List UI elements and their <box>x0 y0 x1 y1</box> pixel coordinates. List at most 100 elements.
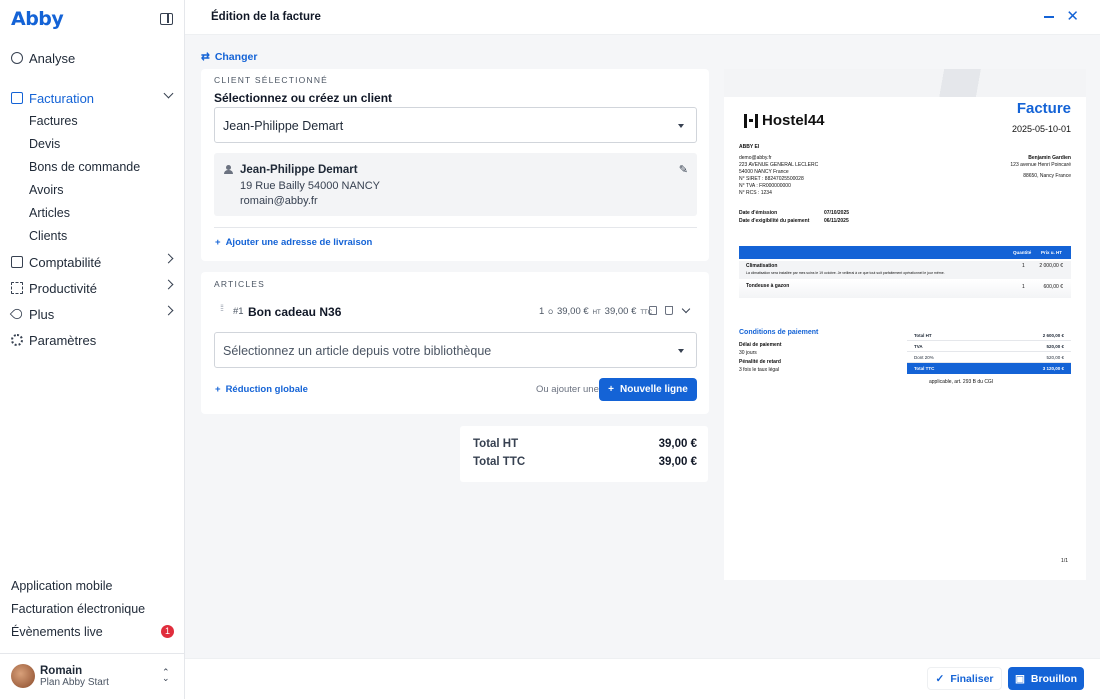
calculator-icon <box>11 256 23 268</box>
hostel-logo-icon <box>744 113 758 128</box>
close-icon[interactable]: ✕ <box>1066 9 1079 24</box>
caret-down-icon <box>678 349 684 353</box>
sidebar-subitem-bons-de-commande[interactable]: Bons de commande <box>29 160 140 174</box>
invoice-title: Facture <box>1016 100 1071 117</box>
sidebar-item-analyse[interactable]: Analyse <box>11 48 174 68</box>
totals-card: Total HT 39,00 € Total TTC 39,00 € <box>460 426 708 482</box>
sidebar-item-plus[interactable]: Plus <box>9 304 174 324</box>
sidebar-subitem-clients[interactable]: Clients <box>29 229 67 243</box>
sidebar-subitem-factures[interactable]: Factures <box>29 114 78 128</box>
preview-total-row: Dont 20% 520,00 € <box>907 352 1071 363</box>
sender-line: N° SIRET : 88247025500028 <box>739 176 804 182</box>
article-number: #1 <box>233 306 244 317</box>
sidebar-collapse-icon[interactable] <box>160 13 173 25</box>
chevron-up-down-icon[interactable]: ⌃ ⌄ <box>162 668 170 683</box>
table-header-qty: Quantité <box>1013 250 1032 255</box>
total-value: 3 120,00 € <box>1042 366 1064 371</box>
preview-total-row: TVA 520,00 € <box>907 341 1071 352</box>
date-value: 06/11/2025 <box>824 218 849 224</box>
add-delivery-address-link[interactable]: + Ajouter une adresse de livraison <box>215 237 372 248</box>
articles-section-label: ARTICLES <box>214 279 266 289</box>
add-delivery-label: Ajouter une adresse de livraison <box>225 237 373 248</box>
chevron-right-icon <box>163 279 174 290</box>
invoice-preview: Hostel44 Facture 2025-05-10-01 ABBY EI d… <box>724 69 1086 580</box>
client-details: Jean-Philippe Demart 19 Rue Bailly 54000… <box>214 153 697 216</box>
sidebar-subitem-devis[interactable]: Devis <box>29 137 60 151</box>
total-label: Dont 20% <box>914 355 934 360</box>
app-logo[interactable]: Abby <box>11 8 64 30</box>
sidebar-item-productivite[interactable]: Productivité <box>11 278 174 298</box>
avatar[interactable] <box>11 664 35 688</box>
company-logo: Hostel44 <box>744 112 825 129</box>
check-icon: ✓ <box>935 672 945 685</box>
preview-total-row: Total TTC 3 120,00 € <box>907 363 1071 374</box>
vat-note: applicable, art. 293 B du CGI <box>929 379 994 385</box>
client-select[interactable]: Jean-Philippe Demart <box>214 107 697 143</box>
sidebar-item-label: Productivité <box>29 280 97 296</box>
link-evenements-live[interactable]: Évènements live <box>11 625 103 639</box>
total-ht-label: Total HT <box>473 438 519 450</box>
sidebar: Abby Analyse Facturation Factures Devis … <box>0 0 185 699</box>
article-qty-unit: O <box>548 310 553 316</box>
divider <box>0 653 185 654</box>
recipient-line: 88650, Nancy France <box>1023 173 1071 179</box>
finaliser-button[interactable]: ✓ Finaliser <box>927 667 1002 690</box>
preview-table-header: Quantité Prix u. HT <box>739 246 1071 259</box>
condition-line: 30 jours <box>739 350 757 356</box>
changer-label: Changer <box>214 51 258 63</box>
copy-icon[interactable] <box>649 306 657 315</box>
date-value: 07/10/2025 <box>824 210 850 216</box>
preview-total-row: Total HT 2 600,00 € <box>907 330 1071 341</box>
sidebar-item-parametres[interactable]: Paramètres <box>11 330 174 350</box>
changer-button[interactable]: ⇄ Changer <box>201 51 257 63</box>
sidebar-item-label: Comptabilité <box>29 254 102 270</box>
article-price-ttc: 39,00 € <box>604 306 637 317</box>
rocket-icon <box>9 306 25 322</box>
notification-badge: 1 <box>161 625 174 638</box>
finaliser-label: Finaliser <box>950 672 994 685</box>
payment-conditions-title: Conditions de paiement <box>739 329 819 336</box>
user-name: Romain <box>40 665 83 677</box>
article-library-placeholder: Sélectionnez un article depuis votre bib… <box>223 344 492 358</box>
preview-table-row: Tondeuse à gazon 1 600,00 € <box>739 280 1071 298</box>
chevron-right-icon <box>163 253 174 264</box>
pencil-icon[interactable]: ✎ <box>679 163 688 176</box>
global-reduction-label: Réduction globale <box>225 384 308 395</box>
trash-icon[interactable] <box>665 306 673 315</box>
person-icon <box>224 165 233 174</box>
link-application-mobile[interactable]: Application mobile <box>11 579 112 593</box>
total-value: 520,00 € <box>1046 355 1064 360</box>
global-reduction-link[interactable]: + Réduction globale <box>215 384 308 395</box>
drag-handle-icon[interactable]: ⁞⁞ <box>220 304 224 313</box>
condition-line: 3 fois le taux légal <box>739 367 780 373</box>
new-line-button[interactable]: + Nouvelle ligne <box>599 378 697 401</box>
preview-decoration <box>724 69 1086 97</box>
article-qty: 1 <box>539 306 545 317</box>
sidebar-item-facturation[interactable]: Facturation <box>11 88 174 108</box>
sidebar-item-label: Paramètres <box>29 332 97 348</box>
sidebar-item-label: Analyse <box>29 50 76 66</box>
gear-icon <box>11 334 23 346</box>
row-name: Climatisation <box>746 263 778 269</box>
sidebar-item-comptabilite[interactable]: Comptabilité <box>11 252 174 272</box>
brouillon-label: Brouillon <box>1030 672 1077 685</box>
preview-table-row: Climatisation La climatisation sera inst… <box>739 261 1071 279</box>
recipient-line: Benjamin Gardien <box>1028 155 1071 161</box>
total-ttc-label: Total TTC <box>473 456 526 468</box>
sidebar-item-label: Plus <box>29 306 55 322</box>
link-facturation-electronique[interactable]: Facturation électronique <box>11 602 145 616</box>
document-icon <box>11 92 23 104</box>
sidebar-subitem-articles[interactable]: Articles <box>29 206 70 220</box>
sender-line: demo@abby.fr <box>739 155 772 161</box>
total-ttc-value: 39,00 € <box>658 456 697 468</box>
brouillon-button[interactable]: ▣ Brouillon <box>1008 667 1084 690</box>
article-price-ht: 39,00 € <box>556 306 589 317</box>
sender-line: ABBY EI <box>739 144 760 150</box>
article-ht-sup: HT <box>592 310 601 316</box>
article-name[interactable]: Bon cadeau N36 <box>248 305 341 319</box>
plus-icon: + <box>215 384 221 395</box>
minimize-icon[interactable] <box>1044 16 1054 18</box>
sidebar-subitem-avoirs[interactable]: Avoirs <box>29 183 64 197</box>
article-library-select[interactable]: Sélectionnez un article depuis votre bib… <box>214 332 697 368</box>
row-price: 600,00 € <box>1043 284 1063 290</box>
